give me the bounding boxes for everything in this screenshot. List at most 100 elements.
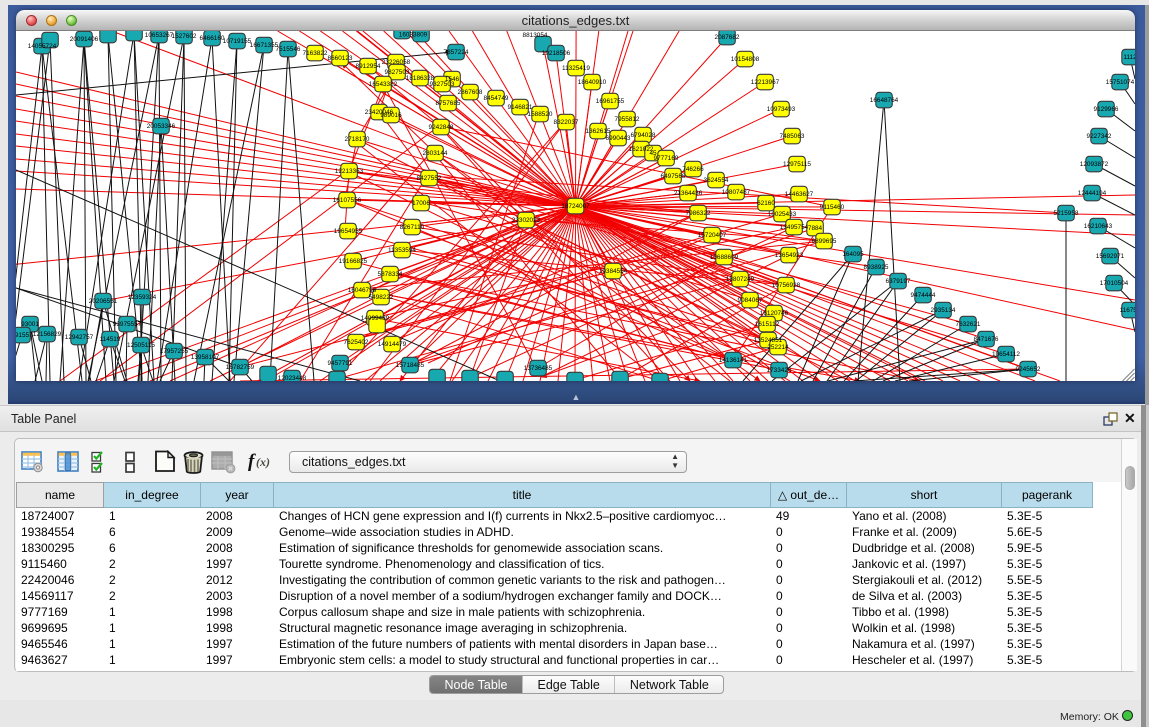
svg-text:2935134: 2935134: [931, 307, 956, 314]
svg-text:23302023: 23302023: [512, 217, 541, 224]
svg-text:1362615: 1362615: [586, 128, 611, 135]
svg-text:9115460: 9115460: [820, 204, 845, 211]
svg-text:6794028: 6794028: [631, 132, 656, 139]
svg-text:164095: 164095: [842, 251, 864, 258]
svg-text:16543382: 16543382: [369, 81, 398, 88]
svg-text:6466160: 6466160: [200, 35, 225, 42]
svg-text:6899695: 6899695: [812, 238, 837, 245]
svg-text:8757685: 8757685: [436, 100, 461, 107]
svg-text:7625402: 7625402: [344, 339, 369, 346]
svg-text:8813054: 8813054: [523, 32, 548, 39]
svg-text:9245652: 9245652: [1016, 366, 1041, 373]
svg-text:989016: 989016: [380, 112, 402, 119]
svg-text:13495754: 13495754: [780, 224, 809, 231]
svg-text:2718170: 2718170: [345, 136, 370, 143]
svg-text:17957255: 17957255: [160, 348, 189, 355]
svg-text:8322037: 8322037: [554, 119, 579, 126]
svg-text:14136141: 14136141: [719, 357, 748, 364]
svg-text:12213363: 12213363: [335, 168, 364, 175]
svg-text:12023448: 12023448: [278, 375, 307, 381]
svg-text:10154808: 10154808: [731, 56, 760, 63]
svg-text:7955812: 7955812: [615, 116, 640, 123]
svg-text:11325419: 11325419: [562, 65, 590, 72]
svg-text:7485063: 7485063: [780, 133, 805, 140]
svg-text:391557: 391557: [16, 332, 33, 339]
svg-text:21364436: 21364436: [674, 190, 703, 197]
svg-text:15718485: 15718485: [396, 362, 425, 369]
svg-text:16961755: 16961755: [596, 98, 625, 105]
svg-text:17006: 17006: [412, 200, 430, 207]
svg-text:9457791: 9457791: [328, 360, 353, 367]
svg-text:5498222: 5498222: [369, 294, 394, 301]
svg-text:14463627: 14463627: [785, 191, 814, 198]
svg-text:7515546: 7515546: [276, 46, 301, 53]
svg-text:20091406: 20091406: [70, 36, 99, 43]
svg-text:116753: 116753: [1120, 307, 1135, 314]
svg-text:12359324: 12359324: [128, 294, 157, 301]
svg-text:12093872: 12093872: [1080, 161, 1109, 168]
svg-text:1112: 1112: [1123, 54, 1135, 61]
svg-text:2867608: 2867608: [458, 89, 483, 96]
svg-text:2803144: 2803144: [423, 150, 448, 157]
svg-text:16107556: 16107556: [333, 197, 362, 204]
svg-text:16648764: 16648764: [870, 97, 899, 104]
svg-text:23226058: 23226058: [382, 59, 411, 66]
svg-text:19166825: 19166825: [339, 258, 368, 265]
svg-text:93001: 93001: [21, 321, 39, 328]
svg-text:7884: 7884: [808, 225, 823, 232]
svg-text:10688609: 10688609: [710, 254, 739, 261]
svg-text:16033809: 16033809: [399, 32, 428, 39]
svg-text:10807487: 10807487: [722, 189, 751, 196]
svg-text:10025433: 10025433: [768, 211, 797, 218]
svg-text:11353594: 11353594: [388, 247, 416, 254]
svg-text:(x): (x): [256, 455, 270, 469]
svg-text:12942757: 12942757: [65, 334, 94, 341]
svg-text:12156829: 12156829: [33, 331, 62, 338]
svg-text:746266: 746266: [682, 166, 704, 173]
svg-text:6990443: 6990443: [606, 135, 631, 142]
svg-text:9129966: 9129966: [1094, 106, 1119, 113]
svg-text:19654955: 19654955: [334, 228, 363, 235]
svg-text:6497568: 6497568: [661, 173, 686, 180]
svg-text:1733426: 1733426: [767, 367, 792, 374]
svg-text:12975115: 12975115: [783, 161, 811, 168]
svg-text:9227342: 9227342: [1087, 133, 1112, 140]
svg-text:2087682: 2087682: [715, 34, 740, 41]
svg-text:10654112: 10654112: [992, 351, 1020, 358]
svg-text:f: f: [248, 452, 256, 471]
svg-text:9327503: 9327503: [430, 81, 455, 88]
svg-text:10973493: 10973493: [767, 106, 796, 113]
svg-text:3624554: 3624554: [704, 177, 729, 184]
svg-text:13736485: 13736485: [524, 365, 553, 372]
svg-text:14914479: 14914479: [378, 341, 407, 348]
svg-text:14055724: 14055724: [28, 43, 57, 50]
svg-text:8938925: 8938925: [864, 264, 889, 271]
svg-text:7857224: 7857224: [444, 49, 469, 56]
svg-text:6379197: 6379197: [886, 278, 911, 285]
svg-text:15692971: 15692971: [1096, 253, 1125, 260]
svg-text:252214: 252214: [767, 344, 789, 351]
svg-text:12505115: 12505115: [127, 342, 155, 349]
svg-text:8427552: 8427552: [417, 175, 442, 182]
svg-text:8471676: 8471676: [974, 336, 999, 343]
svg-text:10756928: 10756928: [772, 282, 801, 289]
svg-text:19218506: 19218506: [542, 50, 571, 57]
svg-text:5215958: 5215958: [1054, 210, 1079, 217]
svg-text:15751074: 15751074: [1106, 79, 1135, 86]
svg-text:12444194: 12444194: [1078, 190, 1107, 197]
svg-text:18724007: 18724007: [561, 203, 590, 210]
svg-text:15720407: 15720407: [698, 232, 727, 239]
svg-text:16782759: 16782759: [226, 364, 255, 371]
svg-text:7632621: 7632621: [956, 321, 981, 328]
svg-text:18807249: 18807249: [726, 276, 755, 283]
svg-text:9084067: 9084067: [738, 297, 763, 304]
svg-text:13958107: 13958107: [191, 354, 220, 361]
svg-text:13654923: 13654923: [775, 252, 804, 259]
svg-text:5878334: 5878334: [378, 271, 403, 278]
svg-text:8267110: 8267110: [400, 224, 425, 231]
svg-text:16046796: 16046796: [348, 287, 377, 294]
svg-text:16210643: 16210643: [1084, 223, 1113, 230]
svg-text:10653267: 10653267: [145, 32, 174, 39]
svg-text:62160: 62160: [757, 200, 775, 207]
svg-text:18640910: 18640910: [578, 79, 607, 86]
